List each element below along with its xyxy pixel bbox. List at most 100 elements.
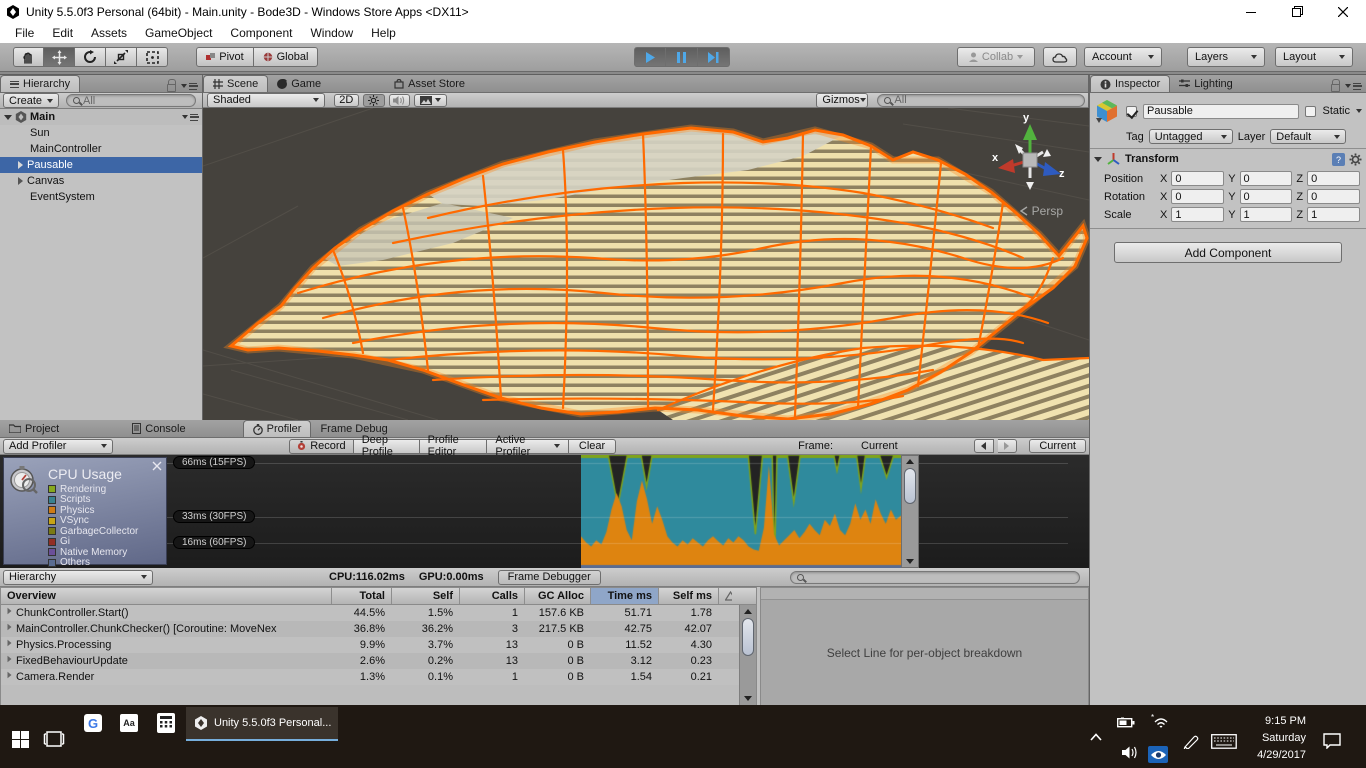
tab-profiler[interactable]: Profiler	[243, 420, 312, 437]
move-tool-button[interactable]	[44, 47, 75, 67]
legend-item[interactable]: Scripts	[48, 495, 138, 506]
tab-project[interactable]: Project	[0, 420, 68, 437]
active-profiler-dropdown[interactable]: Active Profiler	[487, 439, 568, 454]
keyboard-tray-icon[interactable]	[1210, 733, 1238, 750]
gear-icon[interactable]	[1349, 153, 1362, 166]
tray-expand-chevron[interactable]	[1088, 731, 1104, 743]
scale-y-field[interactable]: 1	[1240, 207, 1293, 222]
add-profiler-dropdown[interactable]: Add Profiler	[3, 439, 113, 454]
tree-row-sun[interactable]: Sun	[0, 125, 202, 141]
col-gc-alloc[interactable]: GC Alloc	[524, 588, 590, 604]
restore-button[interactable]	[1274, 0, 1320, 23]
legend-item[interactable]: GarbageCollector	[48, 526, 138, 537]
calculator-shortcut[interactable]	[157, 713, 175, 733]
gizmos-dropdown[interactable]: Gizmos	[816, 93, 868, 108]
active-checkbox[interactable]	[1126, 106, 1137, 117]
col-self-ms[interactable]: Self ms	[658, 588, 718, 604]
chrome-shortcut[interactable]: G	[84, 714, 102, 732]
rotation-y-field[interactable]: 0	[1240, 189, 1293, 204]
shaded-dropdown[interactable]: Shaded	[207, 93, 325, 108]
cpu-usage-card[interactable]: CPU Usage Rendering Scripts Physics VSyn…	[3, 457, 167, 565]
position-z-field[interactable]: 0	[1307, 171, 1360, 186]
scene-orientation-gizmo[interactable]: y x z	[993, 116, 1067, 194]
global-toggle-button[interactable]: Global	[254, 47, 318, 67]
table-row[interactable]: FixedBehaviourUpdate 2.6%0.2% 130 B 3.12…	[1, 653, 756, 669]
object-name-field[interactable]: Pausable	[1143, 104, 1299, 119]
close-button[interactable]	[1320, 0, 1366, 23]
scale-x-field[interactable]: 1	[1171, 207, 1224, 222]
battery-tray-icon[interactable]	[1116, 715, 1136, 729]
tab-inspector[interactable]: Inspector	[1090, 75, 1170, 92]
menu-component[interactable]: Component	[221, 26, 301, 40]
foldout-closed-icon[interactable]	[18, 161, 23, 169]
volume-tray-icon[interactable]	[1120, 745, 1140, 759]
tab-game[interactable]: Game	[268, 75, 330, 92]
rotation-z-field[interactable]: 0	[1307, 189, 1360, 204]
eye-tray-icon[interactable]	[1148, 746, 1168, 763]
layer-dropdown[interactable]: Default	[1270, 129, 1346, 144]
col-self[interactable]: Self	[391, 588, 459, 604]
effects-dropdown[interactable]	[414, 94, 447, 107]
pivot-toggle-button[interactable]: Pivot	[196, 47, 254, 67]
table-row[interactable]: Physics.Processing 9.9%3.7% 130 B 11.524…	[1, 637, 756, 653]
start-button[interactable]	[8, 728, 32, 750]
static-checkbox[interactable]	[1305, 106, 1316, 117]
rotation-x-field[interactable]: 0	[1171, 189, 1224, 204]
layers-dropdown[interactable]: Layers	[1187, 47, 1265, 67]
legend-item[interactable]: Rendering	[48, 484, 138, 495]
frame-debugger-button[interactable]: Frame Debugger	[498, 570, 601, 585]
scene-menu-icon[interactable]	[182, 114, 202, 121]
hand-tool-button[interactable]	[13, 47, 44, 67]
layout-dropdown[interactable]: Layout	[1275, 47, 1353, 67]
position-x-field[interactable]: 0	[1171, 171, 1224, 186]
step-button[interactable]	[698, 47, 730, 67]
collab-button[interactable]: Collab	[957, 47, 1035, 67]
graph-scrollbar[interactable]	[901, 455, 919, 568]
help-icon[interactable]: ?	[1332, 153, 1345, 166]
tab-lighting[interactable]: Lighting	[1170, 75, 1242, 92]
menu-window[interactable]: Window	[301, 26, 362, 40]
audio-toggle-button[interactable]	[389, 94, 411, 107]
table-scrollbar-thumb[interactable]	[742, 618, 754, 656]
col-warnings[interactable]	[718, 588, 738, 604]
col-calls[interactable]: Calls	[459, 588, 524, 604]
legend-item[interactable]: Native Memory	[48, 547, 138, 558]
account-dropdown[interactable]: Account	[1084, 47, 1162, 67]
tree-row-canvas[interactable]: Canvas	[0, 173, 202, 189]
col-overview[interactable]: Overview	[1, 588, 331, 604]
2d-toggle-button[interactable]: 2D	[334, 94, 359, 107]
table-scrollbar[interactable]	[739, 605, 756, 705]
tab-scene[interactable]: Scene	[203, 75, 268, 92]
col-time-ms[interactable]: Time ms	[590, 588, 658, 604]
unity-taskbar-button[interactable]: Unity 5.5.0f3 Personal...	[186, 707, 338, 741]
menu-edit[interactable]: Edit	[43, 26, 82, 40]
rotate-tool-button[interactable]	[75, 47, 106, 67]
profile-editor-button[interactable]: Profile Editor	[420, 439, 488, 454]
panel-menu-icon[interactable]	[1345, 83, 1361, 90]
profiler-graph-area[interactable]: CPU Usage Rendering Scripts Physics VSyn…	[0, 455, 1089, 568]
clear-button[interactable]: Clear	[569, 439, 616, 454]
menu-assets[interactable]: Assets	[82, 26, 136, 40]
position-y-field[interactable]: 0	[1240, 171, 1293, 186]
legend-item[interactable]: Physics	[48, 505, 138, 516]
hierarchy-view-dropdown[interactable]: Hierarchy	[3, 570, 153, 585]
panel-menu-icon[interactable]	[181, 83, 197, 90]
lighting-toggle-button[interactable]	[363, 94, 385, 107]
menu-file[interactable]: File	[6, 26, 43, 40]
wifi-tray-icon[interactable]: *	[1150, 713, 1170, 730]
prev-frame-button[interactable]	[974, 439, 994, 453]
lock-icon[interactable]	[1331, 84, 1340, 92]
static-dropdown-icon[interactable]	[1356, 109, 1362, 113]
menu-help[interactable]: Help	[362, 26, 405, 40]
graph-scrollbar-thumb[interactable]	[904, 468, 916, 504]
minimize-button[interactable]	[1228, 0, 1274, 23]
create-dropdown[interactable]: Create	[3, 93, 59, 108]
table-row[interactable]: MainController.ChunkChecker() [Coroutine…	[1, 621, 756, 637]
legend-item[interactable]: Others	[48, 558, 138, 569]
tab-hierarchy[interactable]: Hierarchy	[0, 75, 80, 92]
table-row[interactable]: Camera.Render 1.3%0.1% 10 B 1.540.21	[1, 669, 756, 685]
play-button[interactable]	[634, 47, 666, 67]
scene-search-input[interactable]: All	[877, 94, 1085, 107]
close-icon[interactable]	[152, 461, 162, 471]
rect-tool-button[interactable]	[137, 47, 168, 67]
